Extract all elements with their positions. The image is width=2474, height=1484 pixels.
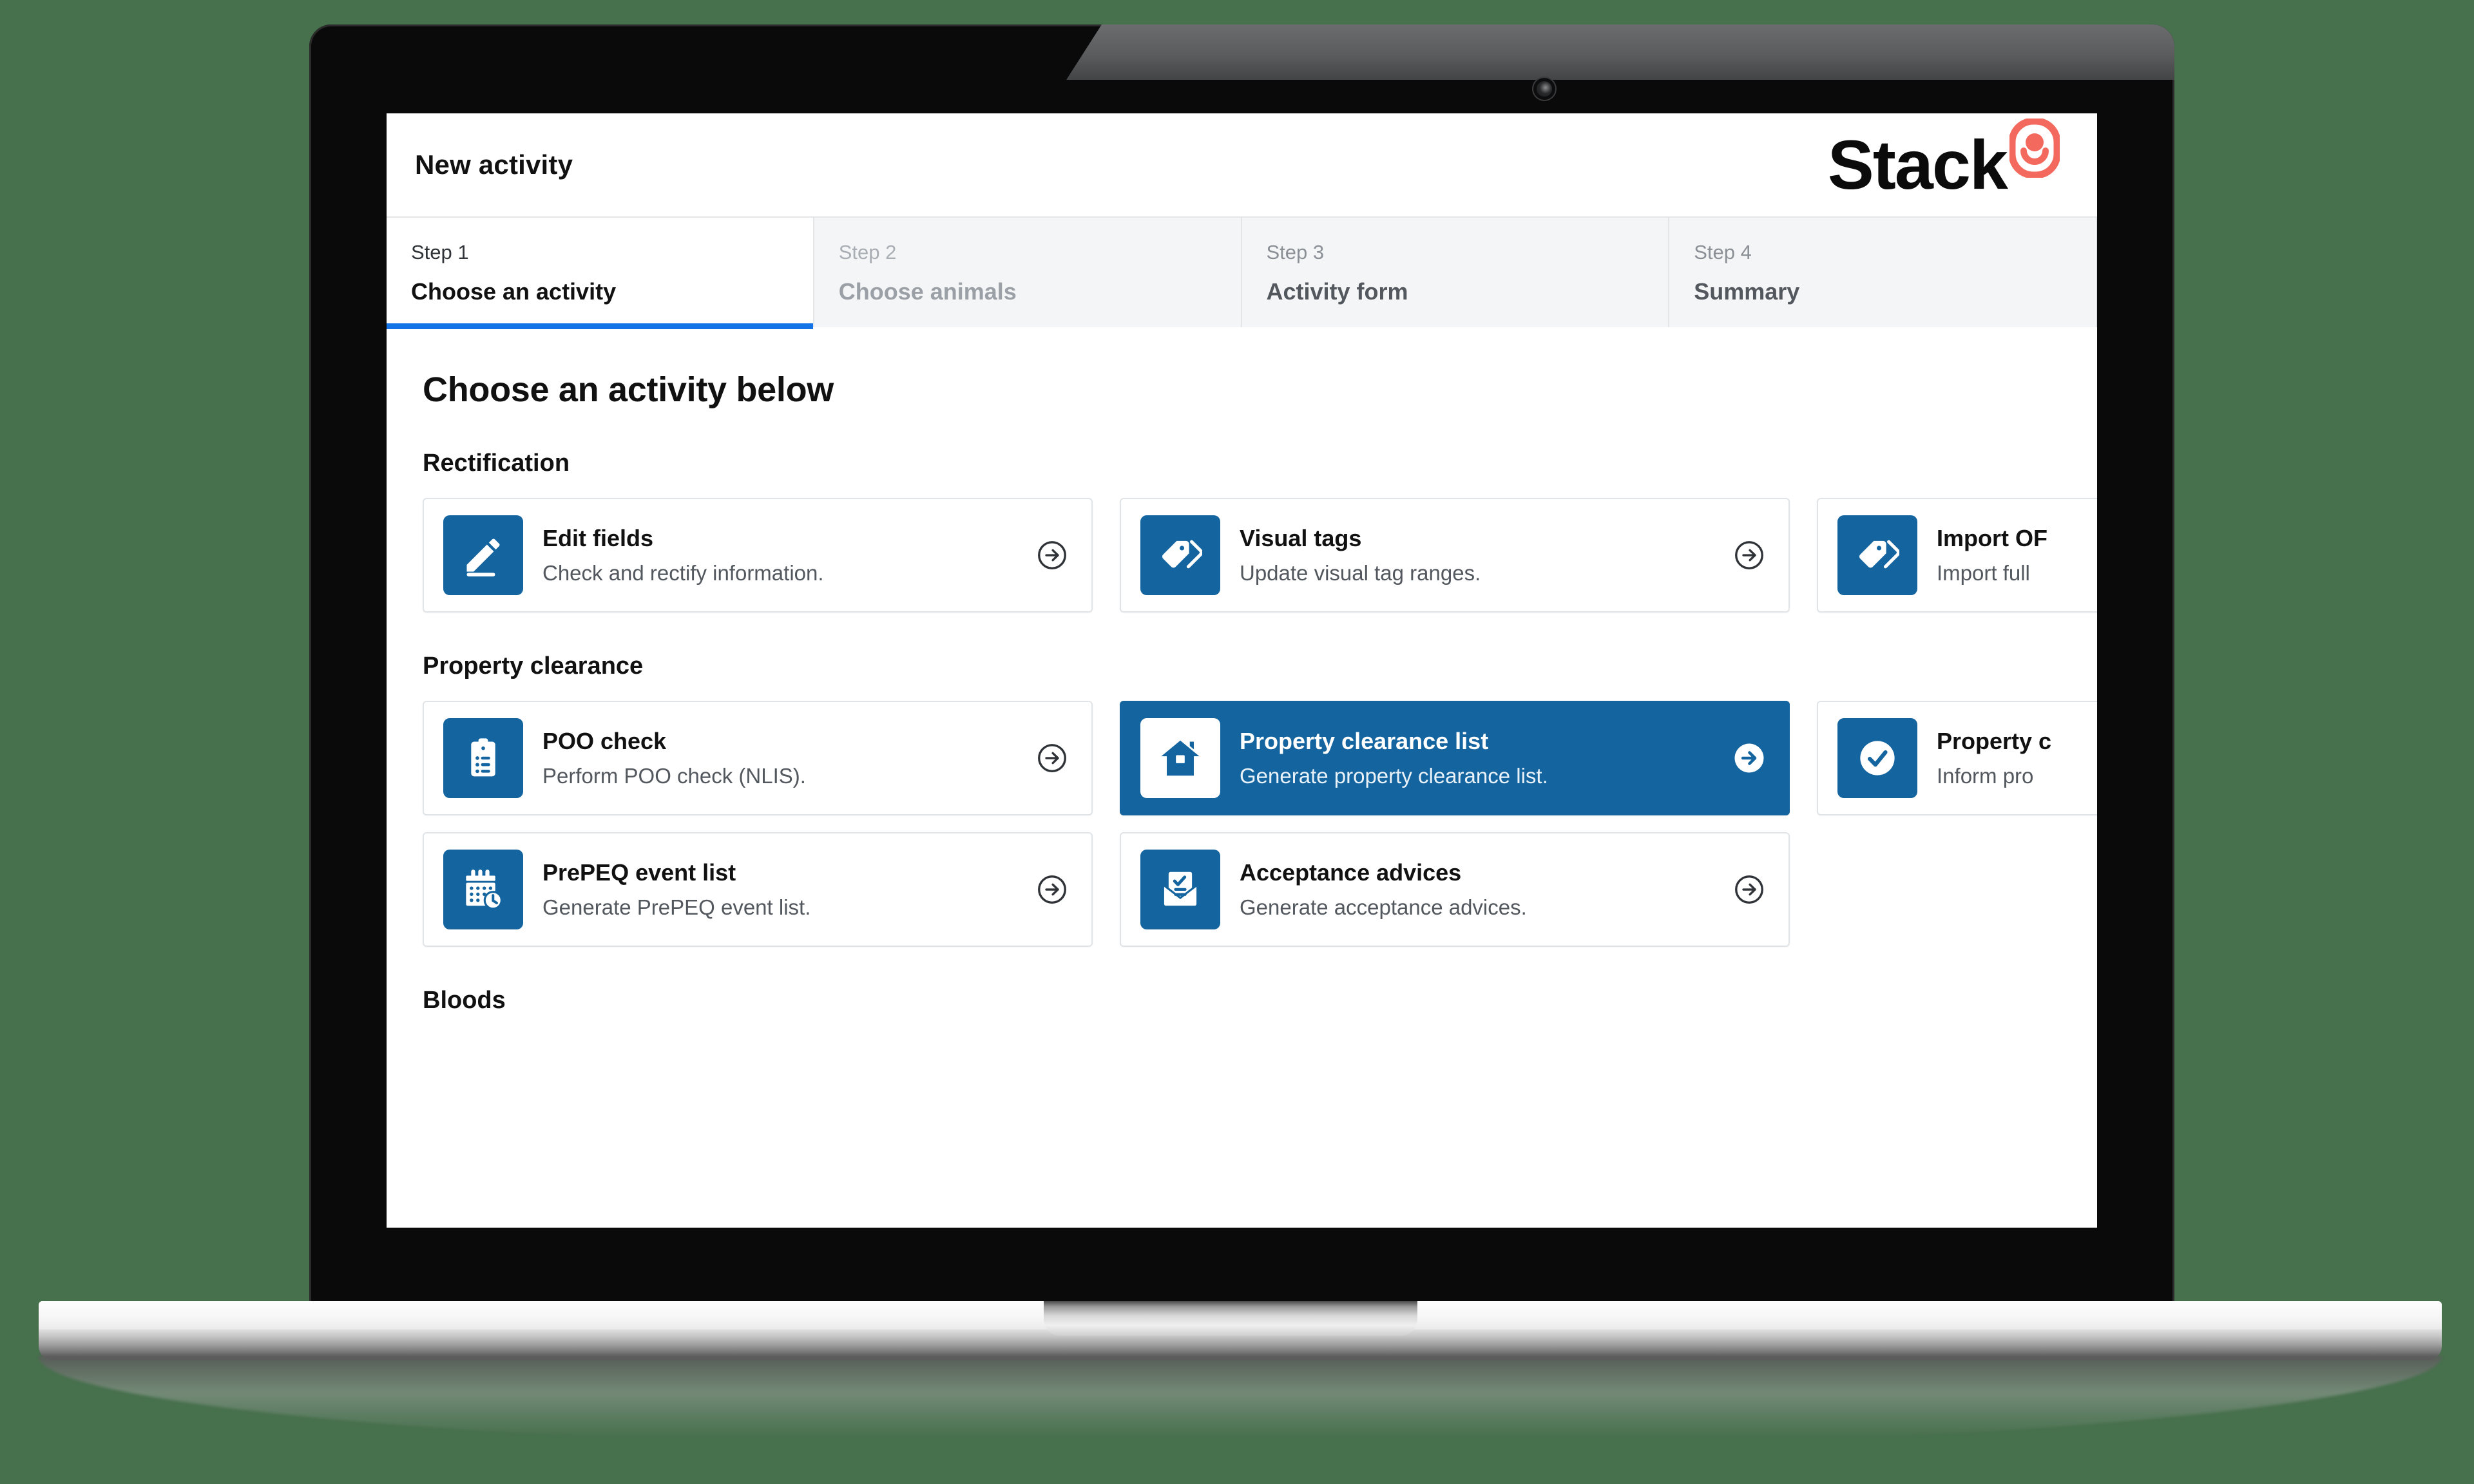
activity-card-visual-tags[interactable]: Visual tags Update visual tag ranges. [1120,498,1790,613]
arrow-right-circle-icon[interactable] [1732,538,1767,573]
card-row: POO check Perform POO check (NLIS). Prop… [387,701,2097,815]
step-number: Step 1 [411,241,469,263]
card-description: Import full [1937,561,2030,585]
card-description: Generate acceptance advices. [1240,895,1527,919]
arrow-right-circle-icon[interactable] [1732,872,1767,907]
activity-card-prepeq-event-list[interactable]: PrePEQ event list Generate PrePEQ event … [423,832,1093,947]
page-title: New activity [415,149,573,180]
card-description: Perform POO check (NLIS). [542,764,806,788]
clipboard-list-icon [443,718,523,798]
stack-g-logomark-icon [2009,119,2060,178]
brand-wordmark: Stack [1827,126,2008,204]
arrow-right-circle-icon[interactable] [1732,741,1767,775]
step-number: Step 2 [838,241,897,263]
laptop-shadow [39,1356,2442,1452]
section-rectification: Rectification Edit fields Check and rect… [387,450,2097,613]
card-text: Import OF Import full [1937,525,2097,585]
activity-card-property-clearance-list[interactable]: Property clearance list Generate propert… [1120,701,1790,815]
app-header: New activity Stack [387,113,2097,216]
section-bloods: Bloods [387,987,2097,1014]
step-label: Choose an activity [411,278,617,305]
card-row: Edit fields Check and rectify informatio… [387,498,2097,613]
laptop-bezel-strip [1066,24,2174,80]
card-title: PrePEQ event list [542,859,736,886]
tab-step-4[interactable]: Step 4 Summary [1669,218,2097,327]
check-circle-icon [1837,718,1917,798]
arrow-right-circle-icon[interactable] [1035,741,1069,775]
tags-icon [1837,515,1917,595]
tab-step-3[interactable]: Step 3 Activity form [1242,218,1670,327]
screen-viewport: New activity Stack Step 1 Choose an acti… [387,113,2097,1228]
activity-card-edit-fields[interactable]: Edit fields Check and rectify informatio… [423,498,1093,613]
arrow-right-circle-icon[interactable] [1035,872,1069,907]
tab-step-2[interactable]: Step 2 Choose animals [814,218,1242,327]
card-text: Edit fields Check and rectify informatio… [542,525,1015,585]
card-description: Inform pro [1937,764,2034,788]
card-text: POO check Perform POO check (NLIS). [542,728,1015,788]
card-description: Check and rectify information. [542,561,824,585]
card-text: Acceptance advices Generate acceptance a… [1240,859,1712,920]
section-property-clearance: Property clearance POO check Perform POO… [387,652,2097,947]
stepper: Step 1 Choose an activity Step 2 Choose … [387,216,2097,329]
card-title: Property clearance list [1240,728,1489,754]
calendar-clock-icon [443,850,523,929]
card-title: Import OF [1937,525,2047,551]
activity-card-property-check[interactable]: Property c Inform pro [1817,701,2097,815]
card-text: Visual tags Update visual tag ranges. [1240,525,1712,585]
section-title: Bloods [423,987,506,1014]
content-heading: Choose an activity below [423,370,834,409]
document-check-icon [1140,850,1220,929]
card-text: Property c Inform pro [1937,728,2097,788]
house-icon [1140,718,1220,798]
webcam-icon [1537,81,1552,97]
activity-content: Choose an activity below Rectification E… [387,327,2097,1014]
pencil-icon [443,515,523,595]
step-label: Choose animals [838,278,1017,305]
card-text: Property clearance list Generate propert… [1240,728,1712,788]
arrow-right-circle-icon[interactable] [1035,538,1069,573]
card-description: Update visual tag ranges. [1240,561,1481,585]
card-title: Property c [1937,728,2052,754]
brand-logo: Stack [1827,119,2060,204]
laptop-base-notch [1044,1301,1417,1336]
tags-icon [1140,515,1220,595]
activity-card-poo-check[interactable]: POO check Perform POO check (NLIS). [423,701,1093,815]
activity-card-import-of[interactable]: Import OF Import full [1817,498,2097,613]
step-number: Step 4 [1694,241,1752,263]
tab-step-1[interactable]: Step 1 Choose an activity [387,218,814,329]
card-title: Edit fields [542,525,654,551]
step-number: Step 3 [1266,241,1325,263]
section-title: Rectification [423,450,570,477]
card-description: Generate property clearance list. [1240,764,1548,788]
laptop-mockup: New activity Stack Step 1 Choose an acti… [0,0,2474,1484]
section-title: Property clearance [423,652,644,680]
card-title: POO check [542,728,667,754]
card-text: PrePEQ event list Generate PrePEQ event … [542,859,1015,920]
card-title: Acceptance advices [1240,859,1462,886]
card-title: Visual tags [1240,525,1362,551]
step-label: Summary [1694,278,1800,305]
card-description: Generate PrePEQ event list. [542,895,811,919]
card-row: PrePEQ event list Generate PrePEQ event … [387,832,2097,947]
step-label: Activity form [1266,278,1408,305]
activity-card-acceptance-advices[interactable]: Acceptance advices Generate acceptance a… [1120,832,1790,947]
